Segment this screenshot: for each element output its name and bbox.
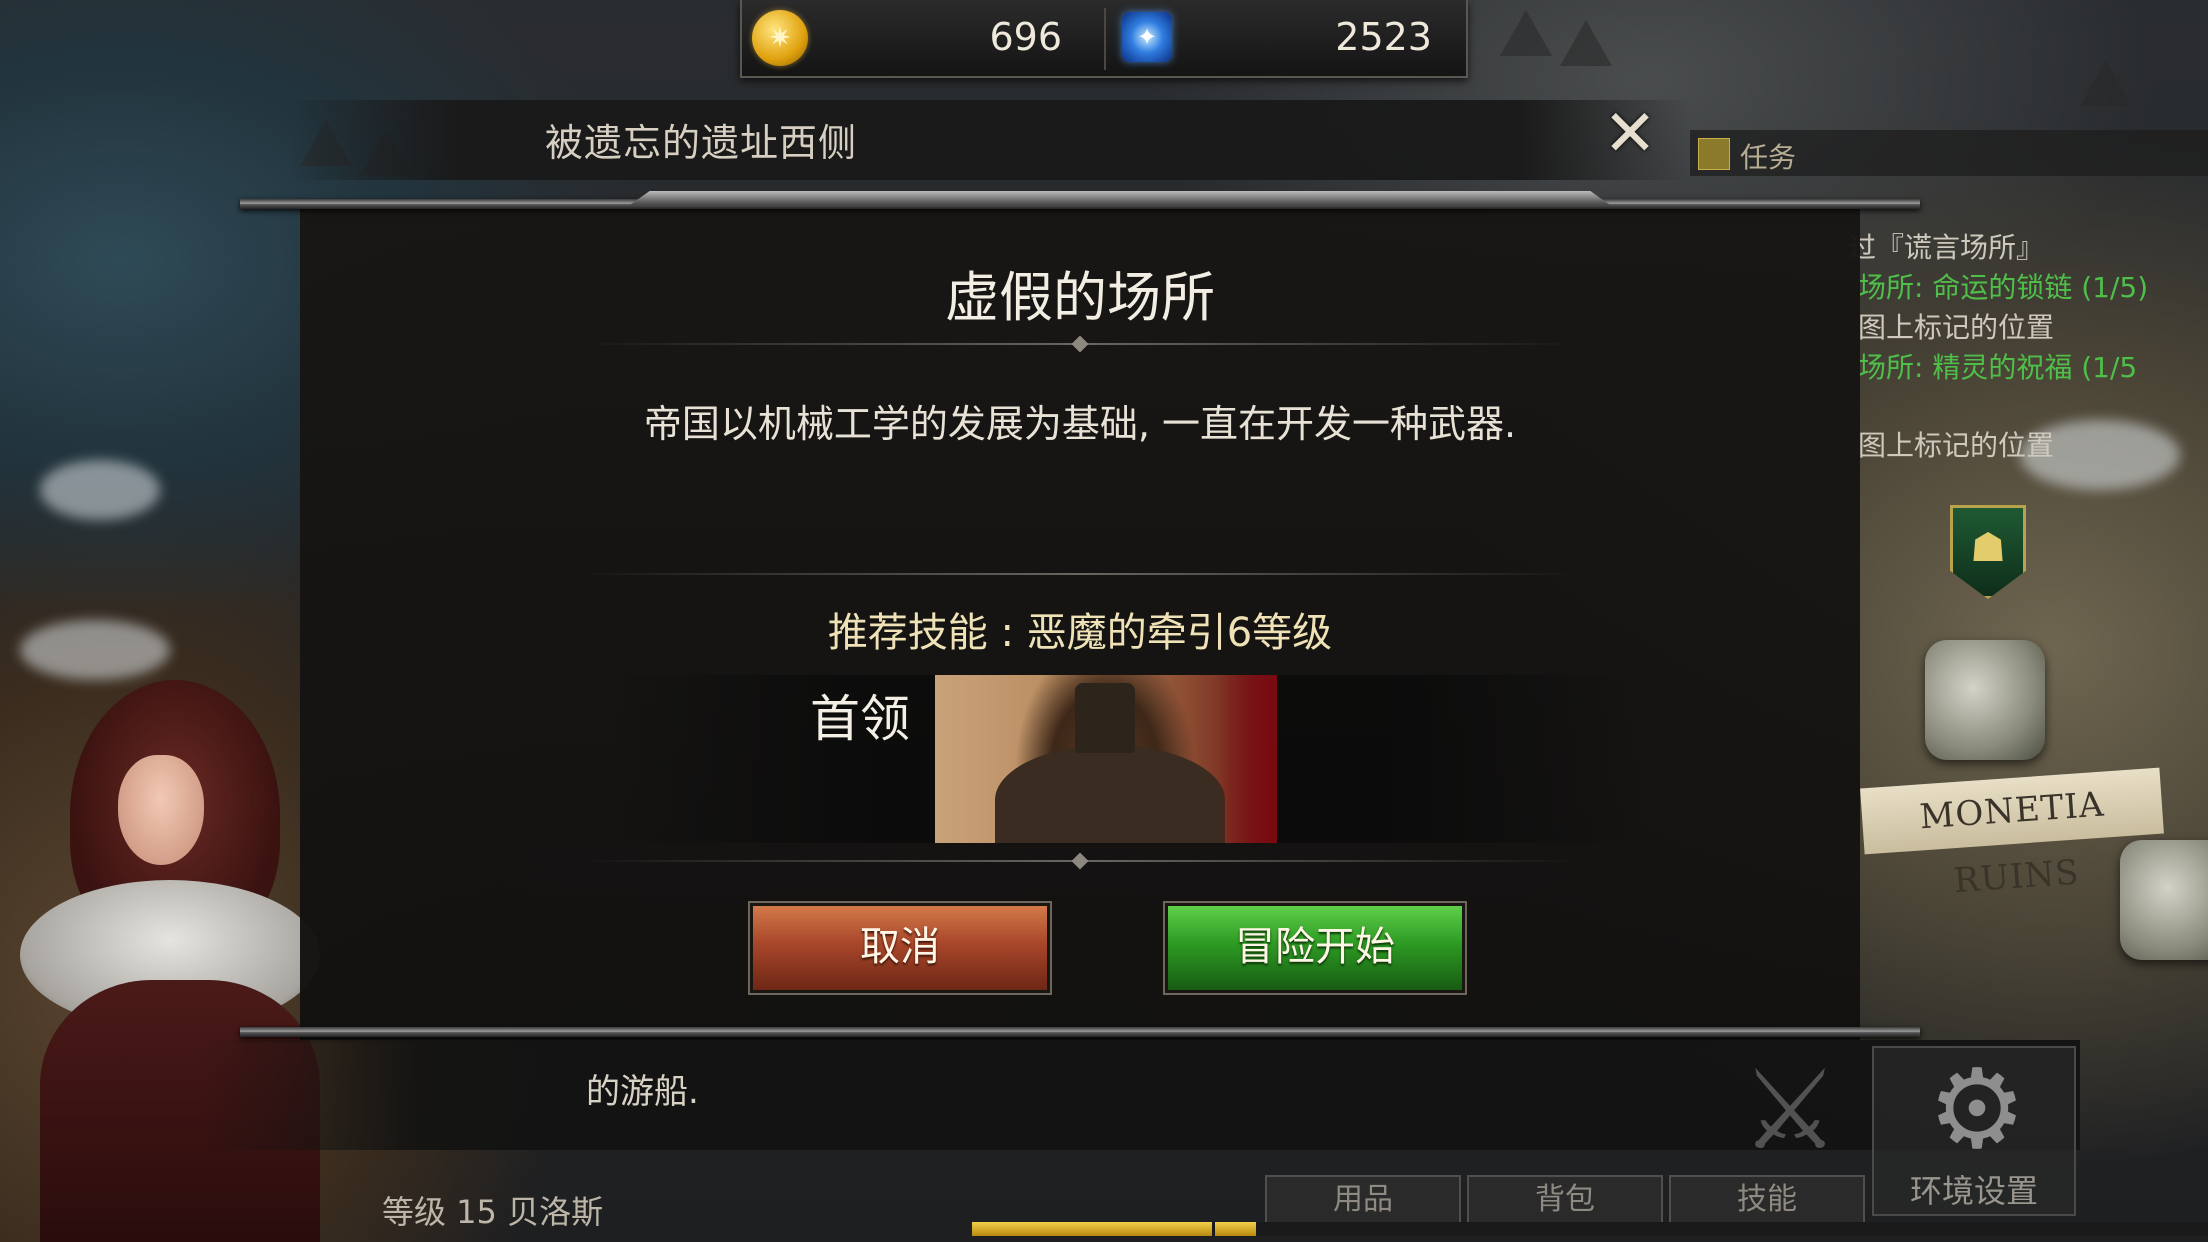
dialog-title: 虚假的场所 — [945, 266, 1215, 329]
recommended-skill: 推荐技能 : 恶魔的牵引6等级 — [827, 610, 1333, 656]
stage-dialog: 虚假的场所 帝国以机械工学的发展为基础, 一直在开发一种武器. 推荐技能 : 恶… — [240, 191, 1920, 1040]
tab-skills[interactable]: 技能 — [1669, 1175, 1865, 1225]
location-title: 被遗忘的遗址西侧 — [545, 121, 858, 165]
dialog-frame-ornament — [630, 191, 1610, 205]
boss-portrait-shade — [1217, 675, 1277, 843]
map-cloud — [20, 620, 170, 680]
experience-bar — [972, 1222, 2208, 1236]
separator — [580, 573, 1580, 575]
map-mountain — [1500, 10, 1552, 56]
quest-icon — [1698, 138, 1730, 170]
map-cloud — [40, 460, 160, 520]
gear-icon: ⚙ — [1927, 1045, 2027, 1173]
currency-bar: 696 2523 — [740, 0, 1468, 78]
separator-diamond — [1071, 852, 1089, 870]
quest-line: 图上标记的位置 — [1858, 311, 2055, 344]
player-level-name: 等级 15 贝洛斯 — [382, 1193, 604, 1231]
gold-amount: 696 — [989, 15, 1062, 59]
experience-tick — [1212, 1222, 1215, 1236]
ruins-location-icon[interactable] — [2120, 840, 2208, 960]
tab-items[interactable]: 用品 — [1265, 1175, 1461, 1225]
quest-title: 任务 — [1740, 141, 1797, 174]
boss-helmet — [1075, 683, 1135, 753]
quest-line: 过『谎言场所』 — [1848, 231, 2045, 264]
separator-diamond — [1071, 335, 1089, 353]
dialogue-text: 的游船. — [586, 1072, 699, 1112]
quest-header: 任务 — [1690, 130, 2208, 176]
close-icon[interactable]: ✕ — [1598, 102, 1662, 166]
quest-line: 场所: 命运的锁链 (1/5) — [1858, 271, 2149, 304]
sword-icon[interactable]: ⚔ — [1715, 1055, 1865, 1165]
gem-amount: 2523 — [1335, 15, 1432, 59]
character-face — [118, 755, 204, 865]
boss-armor — [995, 745, 1225, 843]
start-adventure-button[interactable]: 冒险开始 — [1163, 901, 1467, 995]
location-header: 被遗忘的遗址西侧 ✕ — [290, 100, 1690, 180]
quest-line: 场所: 精灵的祝福 (1/5 — [1858, 351, 2138, 384]
tab-bag[interactable]: 背包 — [1467, 1175, 1663, 1225]
blue-gem-icon — [1122, 12, 1172, 62]
cancel-button[interactable]: 取消 — [748, 901, 1052, 995]
currency-divider — [1104, 8, 1106, 70]
ruins-location-icon[interactable] — [1925, 640, 2045, 760]
map-mountain — [1560, 20, 1612, 66]
boss-row: 首领 — [610, 675, 1650, 843]
boss-label: 首领 — [810, 690, 910, 748]
gold-coin-icon — [752, 10, 808, 66]
quest-line: 图上标记的位置 — [1858, 429, 2055, 462]
dialog-frame-bottom — [240, 1027, 1920, 1037]
dialog-description: 帝国以机械工学的发展为基础, 一直在开发一种武器. — [643, 402, 1517, 446]
boss-portrait[interactable] — [935, 675, 1277, 843]
map-mountain — [2080, 60, 2132, 106]
